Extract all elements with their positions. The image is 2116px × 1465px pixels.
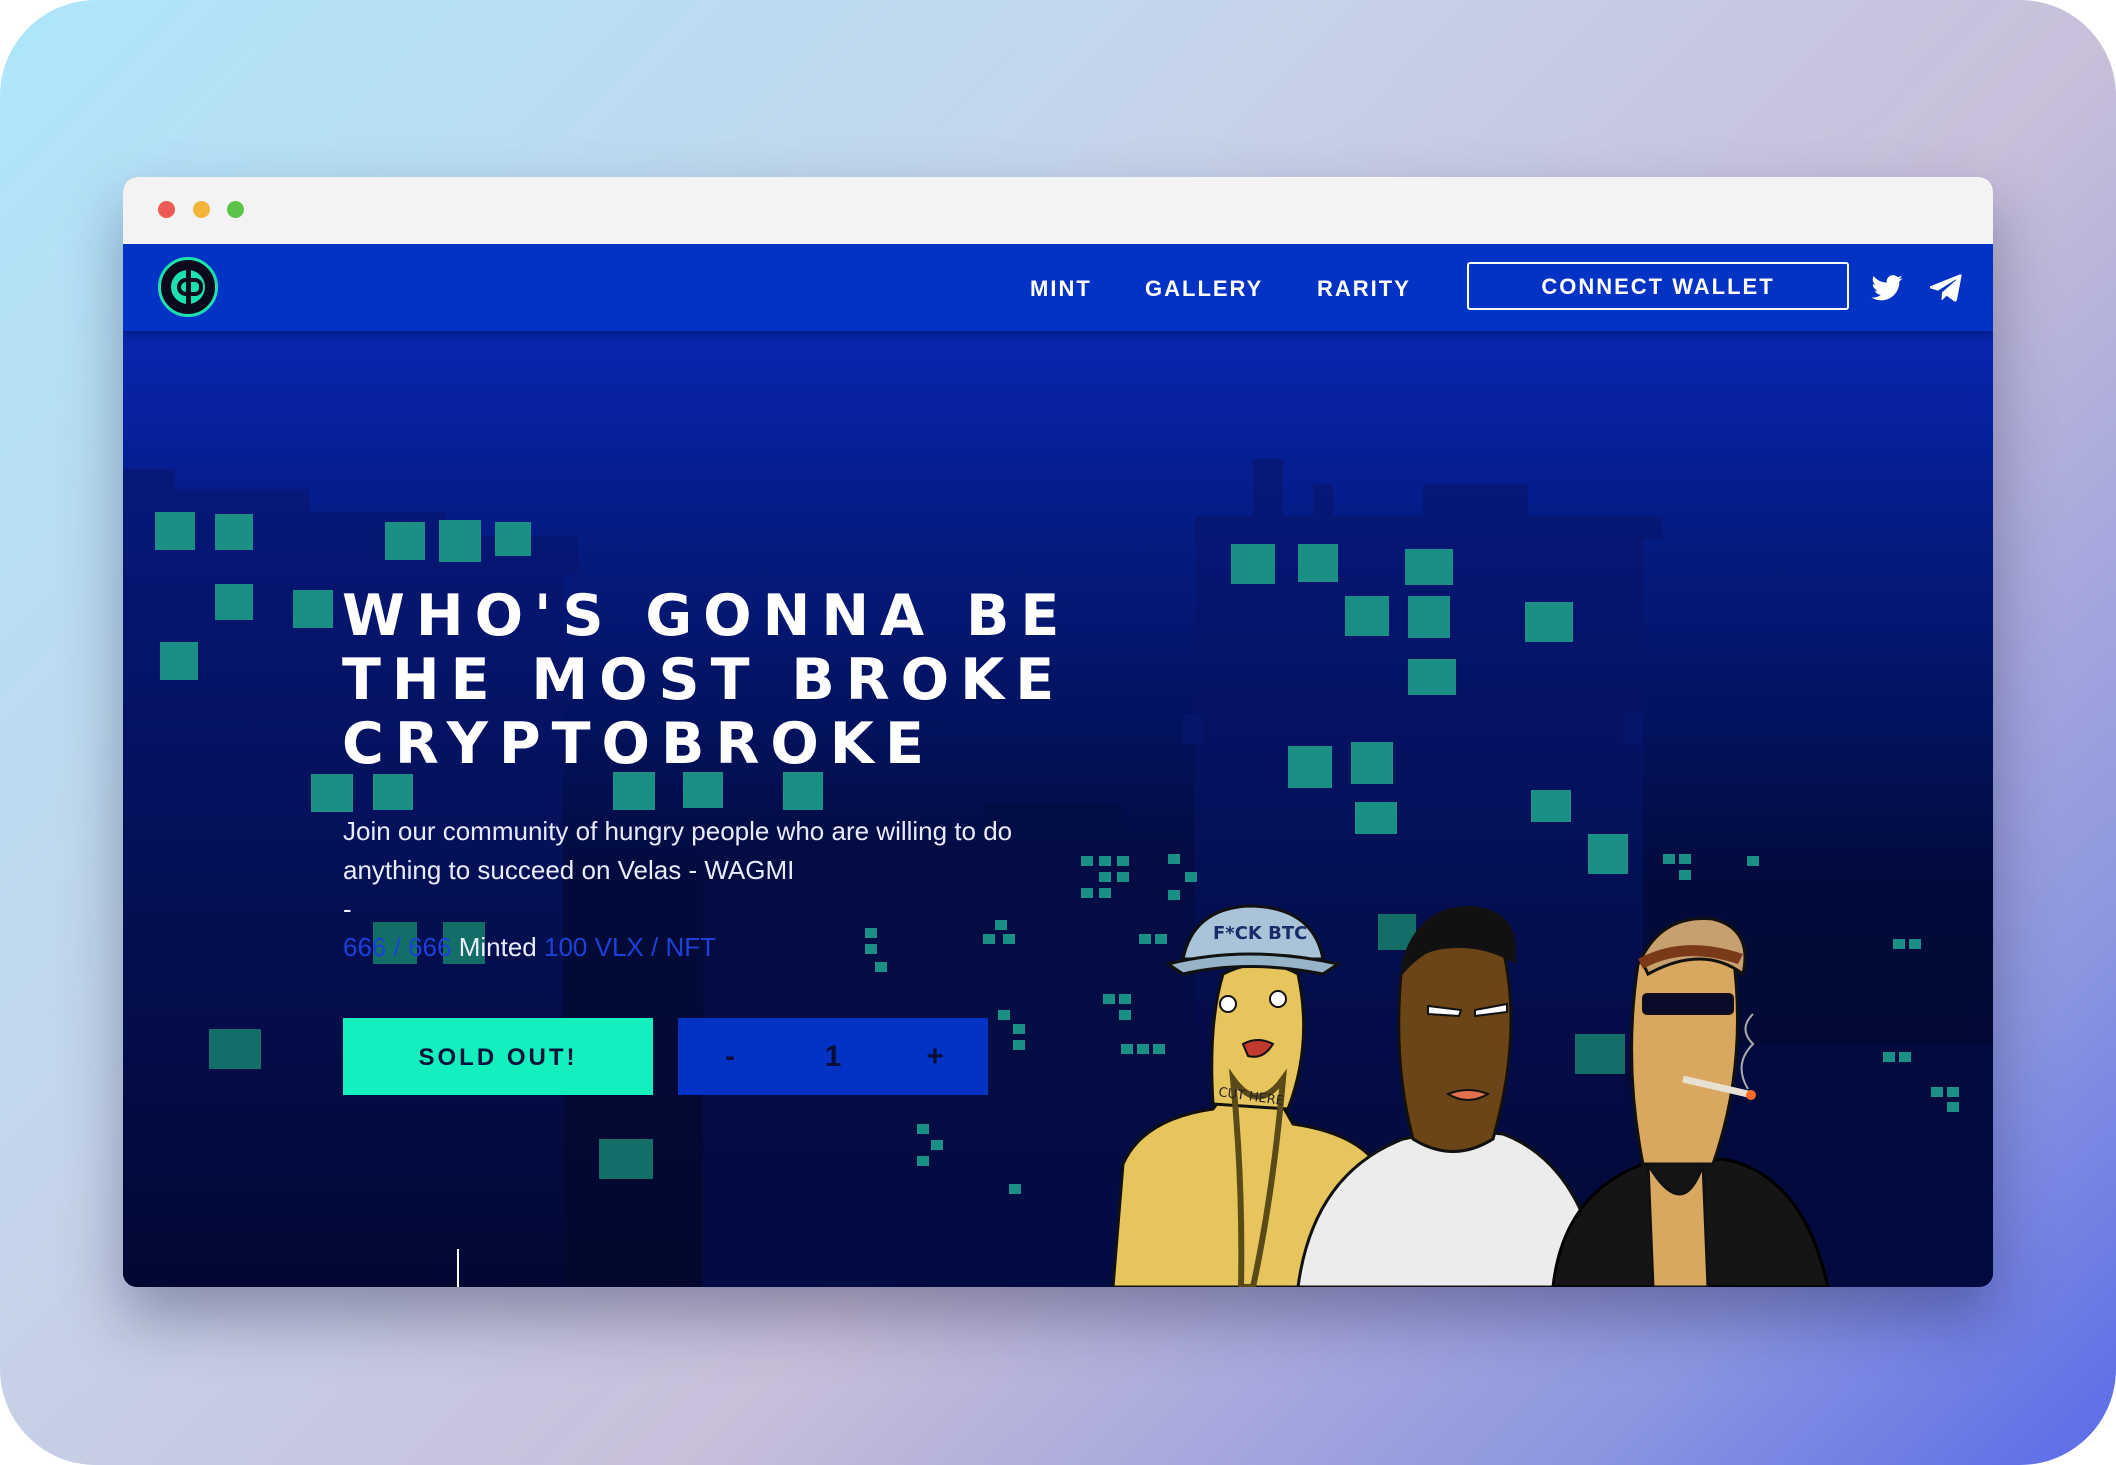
quantity-stepper: - 1 + (678, 1018, 988, 1095)
close-window-button[interactable] (158, 201, 175, 218)
decrement-button[interactable]: - (718, 1018, 742, 1095)
quantity-value: 1 (824, 1040, 842, 1073)
navbar: MINT GALLERY RARITY CONNECT WALLET (123, 244, 1993, 331)
background-gradient: F*CK BTC CUT HERE MINT GALLERY RARITY CO… (0, 0, 2116, 1465)
maximize-window-button[interactable] (227, 201, 244, 218)
hero-description: Join our community of hungry people who … (343, 816, 1013, 885)
hero-title-line: THE MOST BROKE (342, 647, 1066, 713)
price-unit: NFT (665, 932, 716, 962)
minimize-window-button[interactable] (193, 201, 210, 218)
increment-button[interactable]: + (923, 1018, 947, 1095)
nav-link-mint[interactable]: MINT (1030, 276, 1092, 302)
hero-title: WHO'S GONNA BE THE MOST BROKE CRYPTOBROK… (342, 584, 1182, 776)
website: F*CK BTC CUT HERE MINT GALLERY RARITY CO… (123, 244, 1993, 1287)
minted-label: Minted (458, 932, 537, 962)
price: 100 VLX (544, 932, 644, 962)
minted-count: 666 (343, 932, 387, 962)
hat-text: F*CK BTC (1213, 923, 1307, 944)
minted-status: 666 / 666 Minted 100 VLX / NFT (343, 932, 716, 963)
hero-title-line: CRYPTOBROKE (342, 711, 935, 777)
hero-dash: - (343, 894, 352, 924)
browser-chrome (123, 177, 1993, 245)
hero-title-line: WHO'S GONNA BE (342, 583, 1071, 649)
sold-out-button[interactable]: SOLD OUT! (343, 1018, 653, 1095)
twitter-icon[interactable] (1871, 275, 1903, 301)
telegram-icon[interactable] (1930, 274, 1962, 302)
connect-wallet-button[interactable]: CONNECT WALLET (1467, 262, 1849, 310)
minted-total: 666 (408, 932, 452, 962)
logo-icon[interactable] (158, 257, 218, 317)
browser-window: F*CK BTC CUT HERE MINT GALLERY RARITY CO… (123, 177, 1993, 1287)
price-separator: / (650, 932, 659, 962)
minted-separator: / (393, 932, 401, 962)
nav-link-rarity[interactable]: RARITY (1317, 276, 1411, 302)
scroll-indicator (457, 1249, 459, 1287)
nav-link-gallery[interactable]: GALLERY (1145, 276, 1263, 302)
broke-characters-illustration: F*CK BTC CUT HERE (1111, 904, 1830, 1287)
